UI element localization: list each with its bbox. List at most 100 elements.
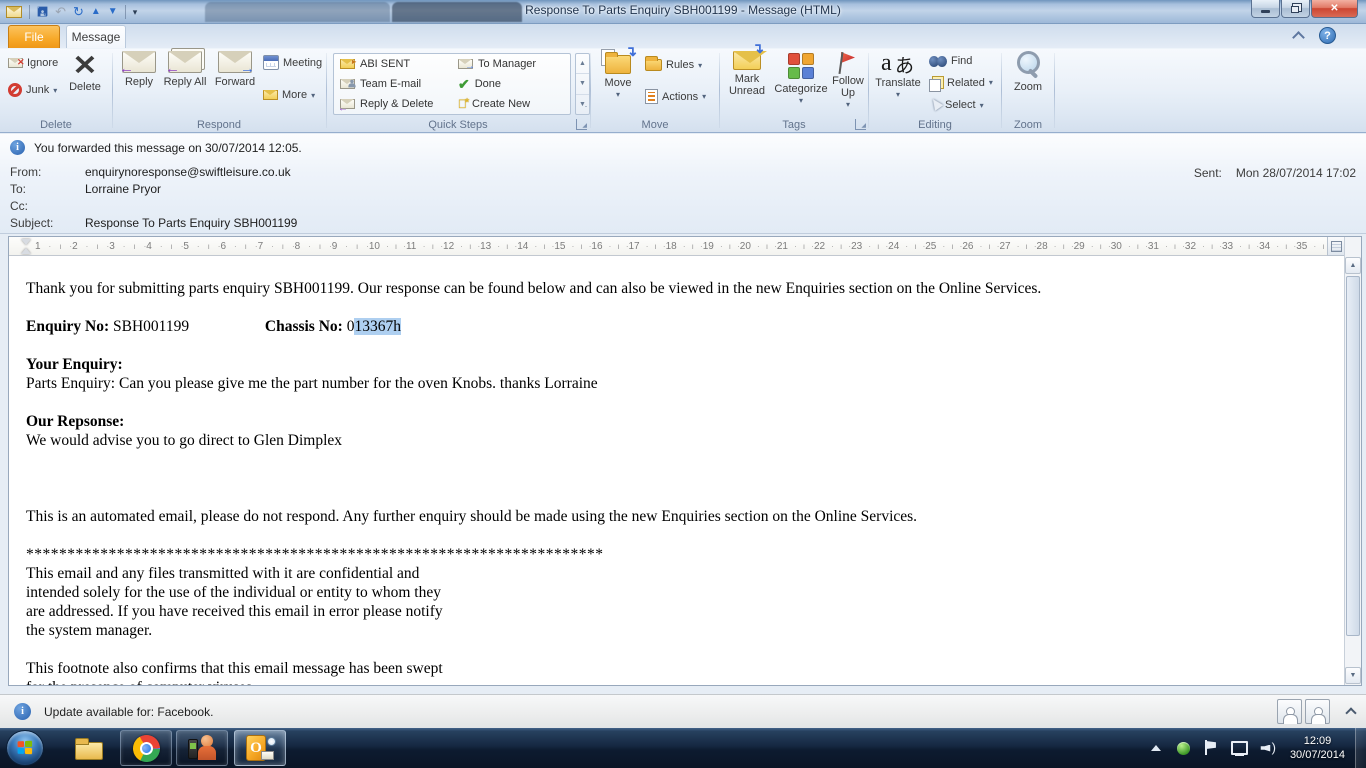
junk-button[interactable]: Junk ▾ [8,83,57,97]
more-button[interactable]: More ▾ [263,89,315,101]
collapse-ribbon-icon[interactable] [1292,30,1306,40]
find-button[interactable]: Find [929,54,972,68]
quick-steps-dialog-launcher-icon[interactable] [576,119,587,130]
zoom-button[interactable]: Zoom [1006,51,1050,93]
email-body[interactable]: Thank you for submitting parts enquiry S… [9,257,1344,685]
done-check-icon: ✔ [458,78,470,90]
translate-icon: aあ [881,51,915,77]
meeting-button[interactable]: Meeting [263,55,322,70]
chassis-no-label: Chassis No: [265,318,343,335]
vertical-scrollbar[interactable]: ▲ ▼ [1344,237,1361,685]
quickstep-done[interactable]: ✔ Done [452,74,568,94]
window-controls: ✕ [1250,0,1358,18]
clock-time: 12:09 [1290,734,1345,748]
cc-label: Cc: [10,199,85,213]
quick-steps-scroll: ▲ ▼ ▼̱ [575,53,590,115]
close-button[interactable]: ✕ [1311,0,1358,18]
follow-up-flag-icon [838,51,858,75]
tab-file[interactable]: File [8,25,60,48]
reply-button[interactable]: ← Reply [117,51,161,88]
window-title: Response To Parts Enquiry SBH001199 - Me… [0,3,1366,17]
reply-delete-icon: ← [340,99,355,109]
minimize-button[interactable] [1251,0,1280,18]
tab-message[interactable]: Message [66,25,126,48]
restore-button[interactable] [1281,0,1310,18]
group-label-respond: Respond [113,119,325,131]
taskbar-chrome-button[interactable] [120,730,172,766]
taskbar-explorer-button[interactable] [62,730,114,766]
taskbar: O 12:09 30/07/2014 [0,728,1366,768]
quick-steps-gallery: ▸ ABI SENT → To Manager Team E-mail ✔ Do… [333,53,571,115]
tray-status-icon[interactable] [1177,742,1190,755]
chevron-down-icon: ▾ [799,95,803,107]
quickstep-abi-sent[interactable]: ▸ ABI SENT [334,54,452,74]
show-desktop-button[interactable] [1355,728,1366,768]
windows-explorer-icon [73,736,103,760]
from-label: From: [10,165,85,179]
infobar-forwarded: i You forwarded this message on 30/07/20… [10,140,302,155]
taskbar-outlook-button[interactable]: O [234,730,286,766]
scroll-up-icon[interactable]: ▲ [576,54,589,74]
quickstep-reply-delete[interactable]: ← Reply & Delete [334,94,452,114]
collapse-people-pane-icon[interactable] [1346,707,1356,715]
group-label-zoom: Zoom [1002,119,1054,131]
subject-label: Subject: [10,216,85,230]
gallery-more-icon[interactable]: ▼̱ [576,95,589,114]
to-value[interactable]: Lorraine Pryor [85,182,161,196]
group-separator [1054,53,1055,128]
scrollbar-thumb[interactable] [1346,276,1360,636]
tags-dialog-launcher-icon[interactable] [855,119,866,130]
follow-up-button[interactable]: Follow Up ▾ [828,51,868,111]
mark-unread-button[interactable]: ↴ Mark Unread [722,51,772,97]
tray-show-hidden-icons-icon[interactable] [1151,745,1161,751]
related-button[interactable]: Related ▾ [929,76,993,89]
people-pane-minimized-button[interactable] [1305,699,1330,724]
scroll-down-icon[interactable]: ▼ [576,74,589,94]
quickstep-team-email[interactable]: Team E-mail [334,74,452,94]
reply-icon: ← [122,51,156,73]
ruler-toggle-icon[interactable] [1327,237,1344,256]
team-email-icon [340,79,355,89]
indent-marker-icon[interactable] [21,239,31,254]
quickstep-create-new[interactable]: ✦⃰ Create New [452,94,568,114]
move-button[interactable]: ↴ Move ▾ [597,51,639,101]
desktop-screen: 🖪 ↶ ↻ ▲ ▼ ▾ Response To Parts Enquiry SB… [0,0,1366,768]
taskbar-clock[interactable]: 12:09 30/07/2014 [1290,734,1345,762]
rules-button[interactable]: Rules ▾ [645,59,702,71]
forward-icon: → [218,51,252,73]
scroll-down-icon[interactable]: ▼ [1345,667,1361,684]
help-icon[interactable]: ? [1319,27,1336,44]
ribbon-group-zoom: Zoom Zoom [1002,49,1054,133]
your-enquiry-label: Your Enquiry: [26,355,1344,374]
action-center-icon[interactable] [1204,740,1217,756]
ruler-scale: 1·ı·2·ı·3·ı·4·ı·5·ı·6·ı·7·ı·8·ı·9·ı·10·ı… [35,237,1344,255]
from-value[interactable]: enquirynoresponse@swiftleisure.co.uk [85,165,291,179]
start-button[interactable] [6,730,44,766]
taskbar-communicator-button[interactable] [176,730,228,766]
volume-icon[interactable] [1262,741,1278,756]
scroll-up-icon[interactable]: ▲ [1345,257,1361,274]
our-response-label: Our Repsonse: [26,412,1344,431]
chassis-selected-text: 13367h [354,318,401,335]
network-icon[interactable] [1231,741,1248,756]
related-icon [929,76,943,89]
reply-all-button[interactable]: ← Reply All [163,51,207,88]
categorize-button[interactable]: Categorize ▾ [772,51,830,107]
people-pane-normal-button[interactable] [1277,699,1302,724]
reply-all-icon: ← [168,51,202,73]
your-enquiry-text: Parts Enquiry: Can you please give me th… [26,374,1344,393]
select-button[interactable]: Select ▾ [929,98,984,112]
delete-button[interactable]: ✕ Delete [62,51,108,93]
forward-button[interactable]: → Forward [209,51,261,88]
chevron-down-icon: ▾ [702,92,706,101]
group-label-editing: Editing [869,119,1001,131]
ribbon-group-respond: ← Reply ← Reply All → Forward Meeting Mo… [113,49,325,133]
quickstep-to-manager[interactable]: → To Manager [452,54,568,74]
actions-button[interactable]: Actions ▾ [645,89,706,104]
translate-button[interactable]: aあ Translate ▾ [871,51,925,101]
restore-icon [1291,6,1299,13]
quickstep-envelope-icon: ▸ [340,59,355,69]
meeting-calendar-icon [263,55,279,70]
ignore-button[interactable]: ✕ Ignore [8,57,58,69]
ribbon-group-move: ↴ Move ▾ Rules ▾ Actions ▾ Move [591,49,719,133]
